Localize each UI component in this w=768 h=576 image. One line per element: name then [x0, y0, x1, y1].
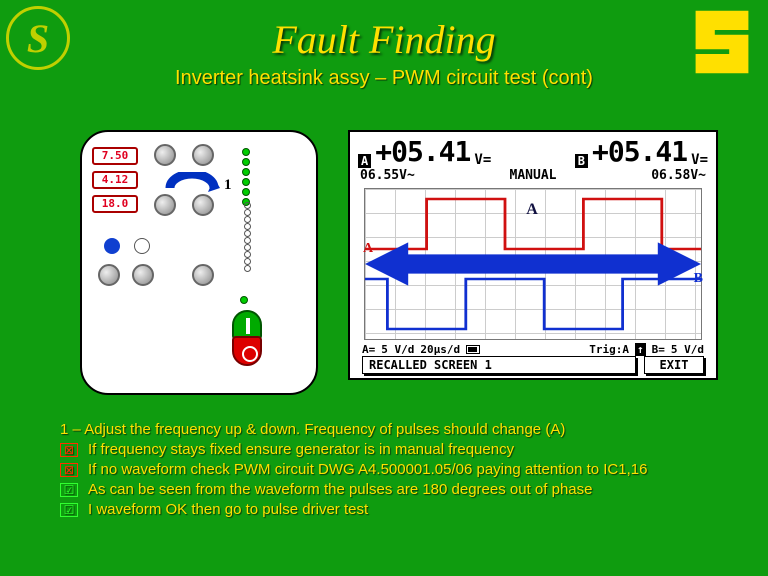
- scope-footer-buttons: RECALLED SCREEN 1 EXIT: [362, 356, 704, 374]
- scope-mode: MANUAL: [415, 168, 651, 183]
- scope-ch-b-sign: +: [592, 135, 608, 168]
- knob-icon: [192, 264, 214, 286]
- led-icon: [240, 296, 248, 304]
- scope-waveform-area: A A B: [364, 188, 702, 340]
- logo-left-letter: S: [27, 15, 49, 62]
- scope-trigger: Trig:A: [589, 343, 629, 356]
- x-bullet-icon: ⊠: [60, 463, 78, 477]
- scope-foot-b: B=: [652, 343, 665, 356]
- scope-foot-a: A=: [362, 343, 375, 356]
- instruction-notes: 1 – Adjust the frequency up & down. Freq…: [60, 418, 738, 521]
- scope-ch-b-unit: V=: [691, 152, 708, 168]
- note-line-5: I waveform OK then go to pulse driver te…: [88, 501, 368, 518]
- scope-trigger-edge-icon: ↑: [635, 343, 646, 356]
- scope-header: A +05.41 V= B +05.41 V=: [350, 132, 716, 168]
- scope-recall-label: RECALLED SCREEN 1: [362, 356, 636, 374]
- scope-foot-a-scale: 5 V/d: [381, 343, 414, 356]
- oscilloscope-screen: A +05.41 V= B +05.41 V= 06.55V~ MANUAL 0…: [348, 130, 718, 380]
- knob-icon: [98, 264, 120, 286]
- battery-icon: [466, 345, 480, 354]
- scope-ch-b-tag: B: [575, 154, 588, 168]
- scope-foot-b-scale: 5 V/d: [671, 343, 704, 356]
- check-bullet-icon: ☑: [60, 483, 78, 497]
- knob-icon: [132, 264, 154, 286]
- note-line-1: 1 – Adjust the frequency up & down. Freq…: [60, 421, 738, 438]
- panel-callout-1: 1: [224, 177, 232, 194]
- title-block: Fault Finding Inverter heatsink assy – P…: [0, 0, 768, 90]
- logo-right: [686, 6, 758, 78]
- check-bullet-icon: ☑: [60, 503, 78, 517]
- scope-sub-left: 06.55V~: [360, 168, 415, 183]
- led-column: [242, 148, 250, 206]
- power-switch-icon: [232, 310, 262, 366]
- control-panel-illustration: 7.50 4.12 18.0 1: [80, 130, 318, 395]
- scope-ch-a-unit: V=: [474, 152, 491, 168]
- scope-ch-a-tag: A: [358, 154, 371, 168]
- blue-indicator-icon: [104, 238, 120, 254]
- x-bullet-icon: ⊠: [60, 443, 78, 457]
- double-arrow-icon: [365, 189, 701, 339]
- indicator-column: [244, 202, 251, 272]
- scope-subheader: 06.55V~ MANUAL 06.58V~: [350, 168, 716, 183]
- scope-ch-a-sign: +: [375, 135, 391, 168]
- panel-lcd-1: 7.50: [92, 147, 138, 165]
- scope-trace-a-label: A: [363, 241, 373, 257]
- panel-lcd-2: 4.12: [92, 171, 138, 189]
- scope-trace-b-label: B: [694, 271, 703, 287]
- page-title: Fault Finding: [0, 16, 768, 63]
- panel-lcd-3: 18.0: [92, 195, 138, 213]
- scope-ch-a-value: 05.41: [391, 135, 470, 168]
- scope-exit-label: EXIT: [644, 356, 704, 374]
- scope-timebase: 20µs/d: [420, 343, 460, 356]
- rotate-arrow-icon: [164, 172, 220, 198]
- scope-ch-b-value: 05.41: [608, 135, 687, 168]
- page-subtitle: Inverter heatsink assy – PWM circuit tes…: [0, 67, 768, 90]
- scope-footer-settings: A= 5 V/d 20µs/d Trig:A ↑ B= 5 V/d: [362, 343, 704, 356]
- knob-icon: [192, 144, 214, 166]
- note-line-4: As can be seen from the waveform the pul…: [88, 481, 592, 498]
- white-indicator-icon: [134, 238, 150, 254]
- knob-icon: [154, 144, 176, 166]
- scope-sub-right: 06.58V~: [651, 168, 706, 183]
- note-line-2: If frequency stays fixed ensure generato…: [88, 441, 514, 458]
- note-line-3: If no waveform check PWM circuit DWG A4.…: [88, 461, 647, 478]
- logo-left: S: [6, 6, 70, 70]
